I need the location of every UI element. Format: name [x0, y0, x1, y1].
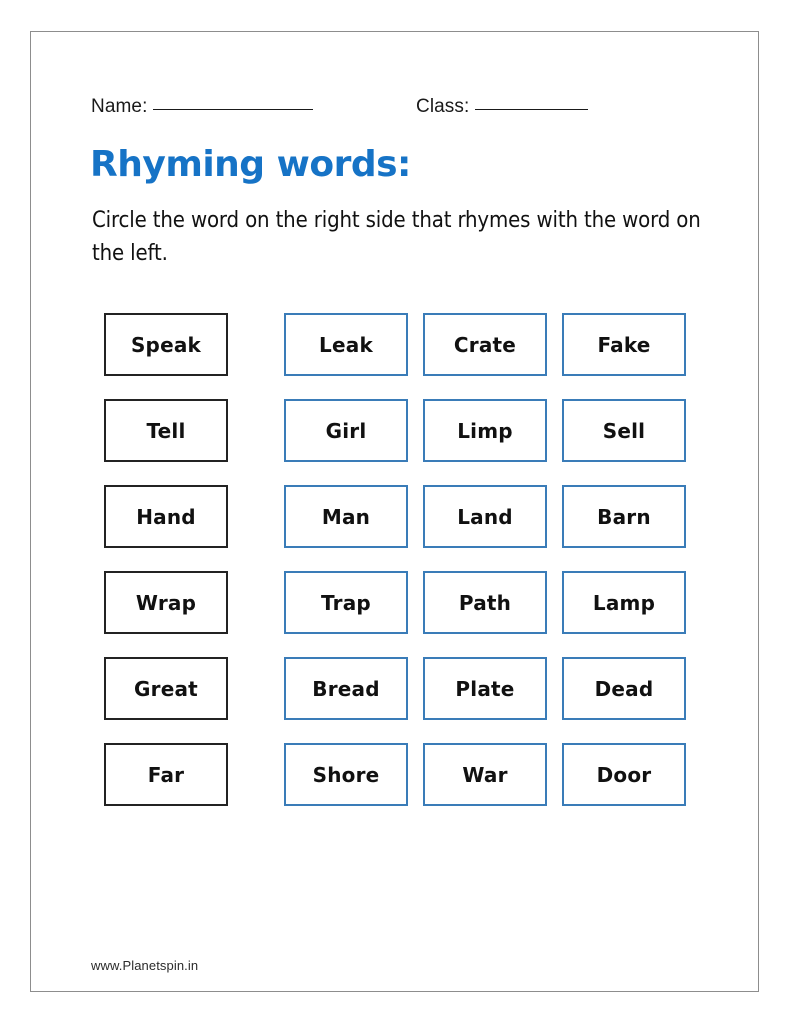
exercise-row: Great Bread Plate Dead — [104, 657, 688, 720]
option-word-box[interactable]: Leak — [284, 313, 408, 376]
option-word-box[interactable]: Fake — [562, 313, 686, 376]
prompt-word-box: Far — [104, 743, 228, 806]
footer-watermark: www.Planetspin.in — [91, 958, 199, 973]
option-word-box[interactable]: Man — [284, 485, 408, 548]
name-field-rule[interactable] — [153, 109, 314, 110]
option-word-box[interactable]: Plate — [423, 657, 547, 720]
option-word-box[interactable]: Path — [423, 571, 547, 634]
prompt-word-box: Wrap — [104, 571, 228, 634]
option-word-box[interactable]: Limp — [423, 399, 547, 462]
class-field[interactable]: Class: — [416, 96, 589, 118]
option-word-box[interactable]: Lamp — [562, 571, 686, 634]
exercise-row: Tell Girl Limp Sell — [104, 399, 688, 462]
exercise-row: Speak Leak Crate Fake — [104, 313, 688, 376]
option-word-box[interactable]: Door — [562, 743, 686, 806]
worksheet-page: Name: Class: Rhyming words: Circle the w… — [0, 0, 791, 1024]
option-word-box[interactable]: Land — [423, 485, 547, 548]
class-field-rule[interactable] — [475, 109, 589, 110]
prompt-word-box: Tell — [104, 399, 228, 462]
prompt-word-box: Hand — [104, 485, 228, 548]
option-word-box[interactable]: Sell — [562, 399, 686, 462]
prompt-word-box: Great — [104, 657, 228, 720]
prompt-word-box: Speak — [104, 313, 228, 376]
page-title: Rhyming words: — [90, 144, 411, 185]
instruction-text: Circle the word on the right side that r… — [92, 208, 701, 266]
exercise-row: Hand Man Land Barn — [104, 485, 688, 548]
name-field[interactable]: Name: — [91, 96, 314, 118]
option-word-box[interactable]: War — [423, 743, 547, 806]
class-field-label: Class: — [416, 96, 470, 117]
exercise-row: Far Shore War Door — [104, 743, 688, 806]
name-field-label: Name: — [91, 96, 148, 117]
option-word-box[interactable]: Bread — [284, 657, 408, 720]
option-word-box[interactable]: Crate — [423, 313, 547, 376]
option-word-box[interactable]: Dead — [562, 657, 686, 720]
option-word-box[interactable]: Girl — [284, 399, 408, 462]
rhyming-exercise-grid: Speak Leak Crate Fake Tell Girl Limp Sel… — [104, 313, 688, 829]
exercise-row: Wrap Trap Path Lamp — [104, 571, 688, 634]
header-fields: Name: Class: — [91, 96, 701, 124]
option-word-box[interactable]: Trap — [284, 571, 408, 634]
option-word-box[interactable]: Barn — [562, 485, 686, 548]
option-word-box[interactable]: Shore — [284, 743, 408, 806]
